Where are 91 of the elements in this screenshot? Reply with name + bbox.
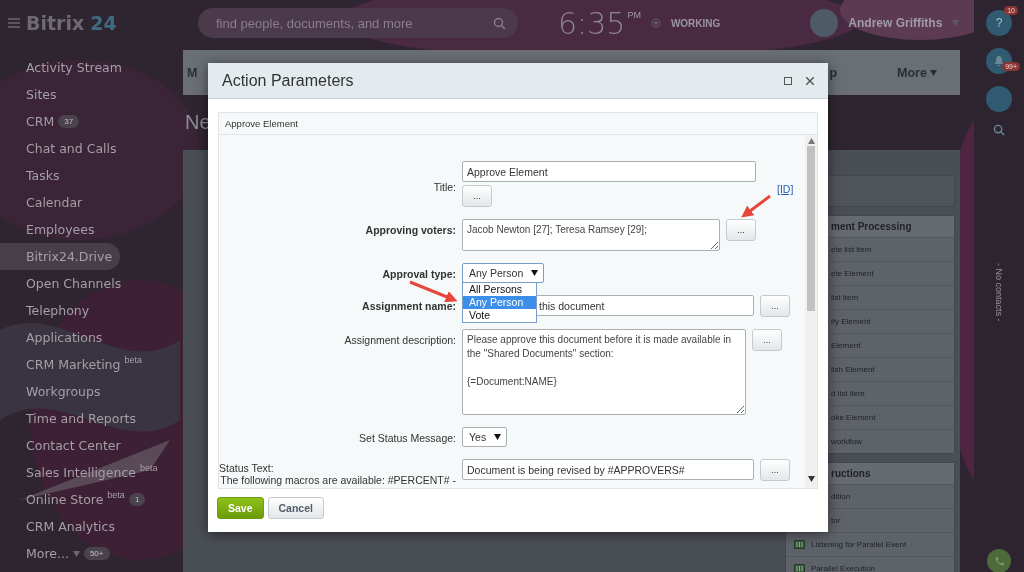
field-label: Assignment description:: [343, 333, 456, 346]
sidebar-item[interactable]: CRM Marketing beta: [0, 351, 150, 378]
sidebar-item[interactable]: Employees: [0, 216, 103, 243]
field-label: Assignment name:: [361, 299, 456, 312]
sidebar-label: CRM Analytics: [26, 519, 115, 534]
parallel-icon: [794, 540, 805, 549]
search-icon[interactable]: [493, 17, 506, 30]
maximize-icon[interactable]: [784, 76, 792, 85]
dialog-title: Action Parameters: [222, 71, 355, 90]
contacts-status: - No contacts -: [994, 263, 1004, 322]
sidebar-item[interactable]: CRM Analytics: [0, 513, 123, 540]
sidebar-label: CRM Marketing: [26, 357, 121, 372]
caret-icon: [531, 270, 539, 276]
parallel-icon: [794, 564, 805, 572]
caret-icon: [494, 434, 502, 440]
sidebar-label: Chat and Calls: [26, 141, 117, 156]
sidebar-label: Open Channels: [26, 276, 122, 291]
sidebar-label: Tasks: [26, 168, 60, 183]
scrollbar[interactable]: [805, 135, 817, 488]
caret-icon: [929, 69, 937, 76]
sidebar-label: Calendar: [26, 195, 83, 210]
sidebar-label: More...: [26, 546, 69, 561]
more-button[interactable]: ...: [462, 185, 492, 207]
field-label: Title:: [432, 179, 456, 193]
dropdown-option[interactable]: Any Person: [463, 296, 536, 309]
sidebar-item[interactable]: Bitrix24.Drive: [0, 243, 121, 270]
sidebar-label: Workgroups: [26, 384, 101, 399]
menu-icon[interactable]: [8, 18, 20, 28]
beta-tag: beta: [140, 463, 158, 473]
sidebar-item[interactable]: Sites: [0, 81, 65, 108]
more-button[interactable]: ...: [726, 219, 756, 241]
search-field[interactable]: find people, documents, and more: [198, 8, 518, 38]
text-area[interactable]: Jacob Newton [27]; Teresa Ramsey [29];: [462, 219, 720, 251]
sidebar-item[interactable]: Applications: [0, 324, 111, 351]
beta-tag: beta: [107, 490, 125, 500]
phone-button[interactable]: [987, 549, 1011, 572]
sidebar-label: Applications: [26, 330, 103, 345]
more-button[interactable]: ...: [752, 329, 782, 351]
field-label: Approval type:: [381, 267, 456, 280]
search-icon[interactable]: [993, 124, 1005, 136]
title-field[interactable]: Approve Element: [462, 161, 756, 182]
bell-icon: [993, 55, 1005, 67]
more-button[interactable]: ...: [760, 295, 790, 317]
sidebar-item[interactable]: Tasks: [0, 162, 68, 189]
beta-tag: beta: [124, 355, 142, 365]
id-link[interactable]: [ID]: [777, 183, 794, 195]
sidebar-item[interactable]: Online Store beta 1: [0, 486, 154, 513]
time-meridiem: PM: [627, 10, 641, 20]
sidebar-label: Employees: [26, 222, 95, 237]
phone-icon: [993, 555, 1005, 567]
work-status[interactable]: WORKING: [670, 17, 721, 29]
field-label: Status Text:: [219, 461, 274, 474]
sidebar-label: CRM: [26, 114, 55, 129]
sidebar-item[interactable]: Open Channels: [0, 270, 130, 297]
logo: Bitrix 24: [26, 12, 117, 34]
text-area[interactable]: Please approve this document before it is made available in the "Shared Documents" section: {=Document:NAME}: [462, 329, 746, 415]
sidebar-item[interactable]: Time and Reports: [0, 405, 144, 432]
close-icon[interactable]: [806, 76, 814, 85]
sidebar-item[interactable]: Telephony: [0, 297, 98, 324]
sidebar-item[interactable]: CRM 37: [0, 108, 88, 135]
cancel-button[interactable]: Cancel: [267, 497, 324, 519]
sidebar-item[interactable]: Activity Stream: [0, 54, 130, 81]
field-label: Approving voters:: [364, 223, 456, 236]
record-icon: [650, 18, 661, 28]
sidebar-item[interactable]: Workgroups: [0, 378, 109, 405]
more-button[interactable]: ...: [760, 459, 790, 481]
section-title: Approve Element: [219, 113, 817, 135]
field-note: The following macros are available: #PERCENT# -: [220, 474, 456, 486]
sidebar-item[interactable]: Chat and Calls: [0, 135, 125, 162]
text-field[interactable]: Document is being revised by #APPROVERS#: [462, 459, 754, 480]
sidebar-label: Bitrix24.Drive: [26, 249, 113, 264]
sidebar-label: Activity Stream: [26, 60, 122, 75]
caret-icon: [807, 476, 815, 482]
pointer-arrow: [740, 194, 772, 220]
field-label: Set Status Message:: [358, 431, 456, 444]
sidebar-label: Telephony: [26, 303, 90, 318]
clock-time: 6:35: [558, 5, 626, 41]
sidebar-label: Sites: [26, 87, 57, 102]
select-dropdown[interactable]: Any Person: [462, 263, 545, 283]
caret-icon: [807, 138, 815, 144]
sidebar-label: Sales Intelligence: [26, 465, 136, 480]
sidebar-label: Online Store: [26, 492, 104, 507]
sidebar-item[interactable]: Calendar: [0, 189, 91, 216]
select-dropdown[interactable]: Yes: [462, 427, 508, 447]
sidebar-item[interactable]: Contact Center: [0, 432, 129, 459]
sidebar-label: Contact Center: [26, 438, 121, 453]
pointer-arrow: [408, 280, 460, 304]
sidebar-label: Time and Reports: [26, 411, 136, 426]
sidebar-item[interactable]: More... 50+: [0, 540, 118, 567]
sidebar-item[interactable]: Sales Intelligence beta: [0, 459, 166, 486]
caret-icon: [952, 20, 960, 26]
